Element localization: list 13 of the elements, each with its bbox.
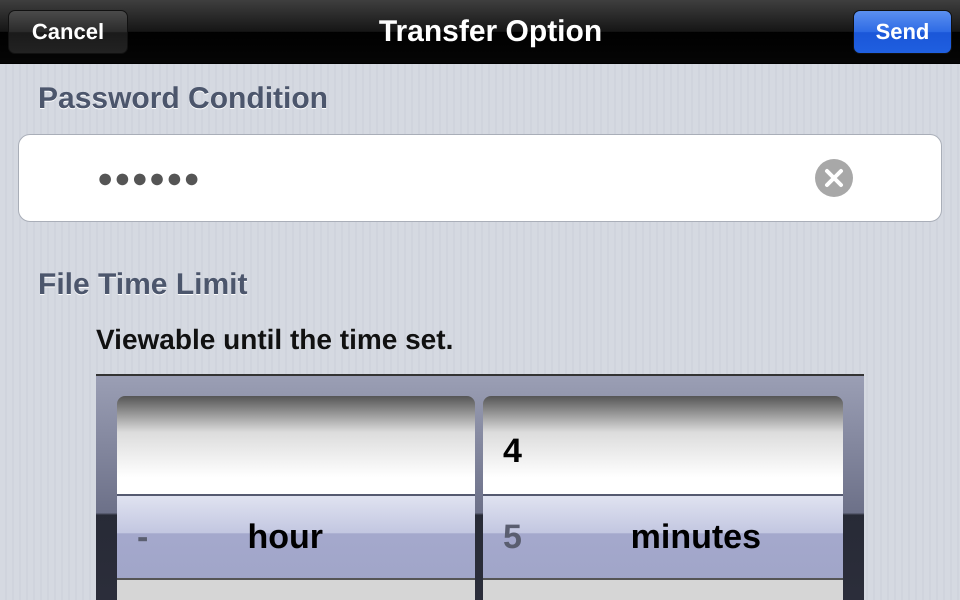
cancel-button[interactable]: Cancel (8, 10, 128, 54)
password-field[interactable]: ●●●●●● (18, 134, 942, 222)
picker-row[interactable] (483, 578, 843, 600)
picker-value[interactable]: 4 (503, 432, 522, 471)
time-picker[interactable]: - hour 4 5 minutes (96, 374, 864, 600)
window-title: Transfer Option (378, 14, 602, 48)
send-button[interactable]: Send (852, 10, 952, 54)
unit-label: hour (247, 518, 323, 556)
description-text: Viewable until the time set. (96, 324, 454, 356)
picker-row[interactable] (117, 578, 475, 600)
section-title: File Time Limit (37, 268, 248, 302)
unit-label: minutes (630, 518, 761, 556)
section-title: Password Condition (37, 82, 330, 116)
